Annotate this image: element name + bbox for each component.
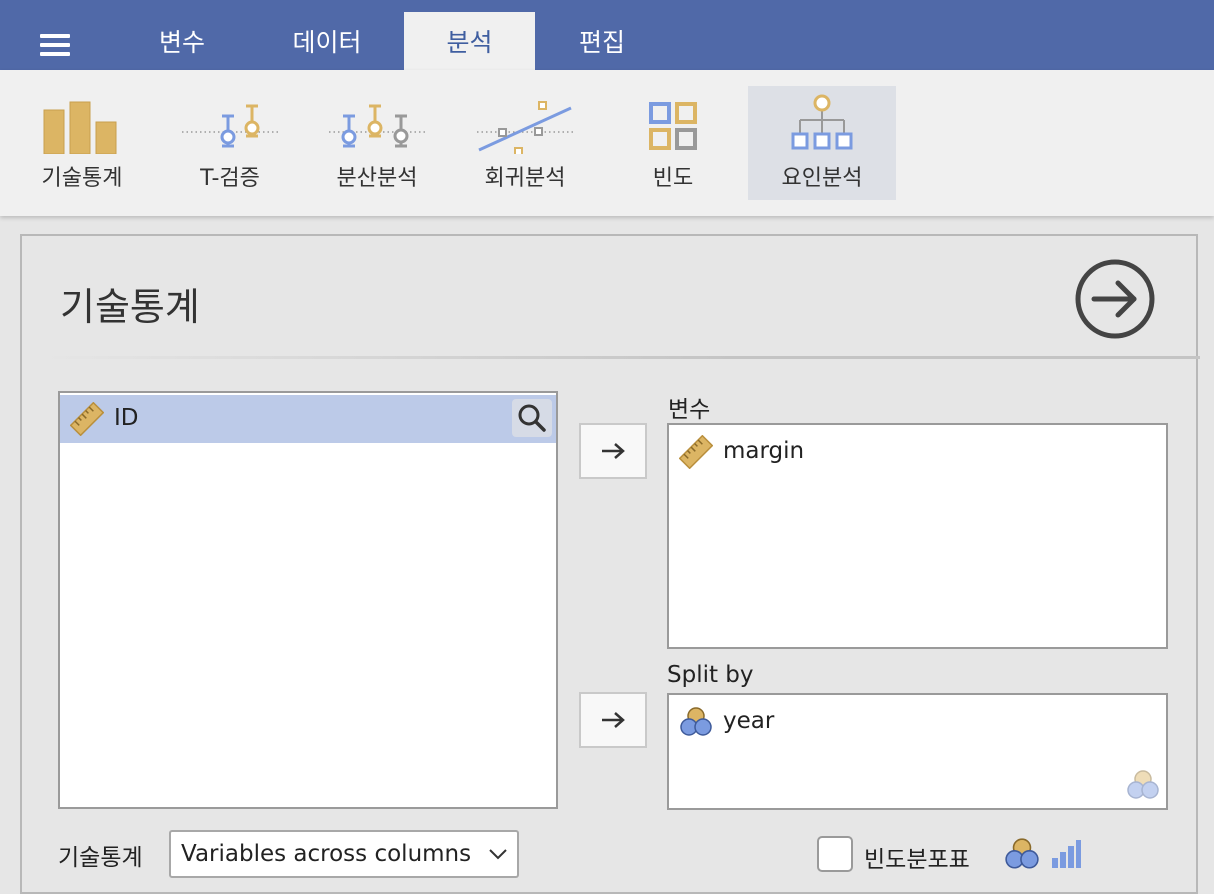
variable-name: ID bbox=[114, 405, 139, 431]
title-divider bbox=[40, 356, 1200, 359]
move-to-split-button[interactable] bbox=[579, 692, 647, 748]
factor-icon bbox=[791, 94, 853, 150]
nominal-variable-icon bbox=[1005, 838, 1039, 869]
ribbon-regression-button[interactable]: 회귀분석 bbox=[451, 86, 599, 200]
variable-name: year bbox=[723, 708, 775, 734]
anova-icon bbox=[329, 104, 425, 148]
arrow-right-icon bbox=[602, 712, 625, 728]
ribbon-label: 요인분석 bbox=[781, 166, 863, 191]
split-by-target-list[interactable]: year bbox=[667, 693, 1168, 810]
panel-title: 기술통계 bbox=[60, 285, 200, 329]
arrow-right-circle-icon[interactable] bbox=[1074, 258, 1156, 340]
split-by-label: Split by bbox=[667, 662, 754, 688]
ribbon-descriptives-button[interactable]: 기술통계 bbox=[8, 86, 156, 200]
regression-icon bbox=[477, 101, 573, 154]
ribbon-factor-button[interactable]: 요인분석 bbox=[748, 86, 896, 200]
list-item[interactable]: year bbox=[679, 703, 1079, 745]
nominal-variable-icon bbox=[680, 707, 712, 736]
move-to-variables-button[interactable] bbox=[579, 423, 647, 479]
search-icon bbox=[518, 404, 546, 432]
tab-analyses[interactable]: 분석 bbox=[404, 12, 535, 70]
variable-name: margin bbox=[723, 438, 805, 464]
descriptives-layout-select[interactable]: Variables across columns bbox=[169, 830, 519, 878]
ribbon-label: T-검증 bbox=[200, 166, 260, 191]
ribbon-label: 분산분석 bbox=[336, 166, 418, 191]
select-value: Variables across columns bbox=[181, 841, 472, 867]
bar-chart-icon bbox=[43, 101, 117, 154]
ordinal-variable-icon bbox=[1052, 840, 1081, 868]
continuous-variable-icon bbox=[70, 402, 104, 436]
list-item[interactable]: ID bbox=[60, 395, 556, 443]
tab-data[interactable]: 데이터 bbox=[272, 12, 382, 70]
hamburger-icon[interactable] bbox=[30, 22, 82, 64]
search-button[interactable] bbox=[512, 399, 552, 437]
ribbon-label: 기술통계 bbox=[41, 166, 123, 191]
nominal-type-hint-icon bbox=[1127, 770, 1159, 799]
descriptives-layout-label: 기술통계 bbox=[58, 845, 143, 871]
analysis-ribbon: 기술통계 T-검증 분산분석 회귀분석 빈도 요인분석 bbox=[0, 70, 1214, 216]
ribbon-t-test-button[interactable]: T-검증 bbox=[156, 86, 304, 200]
variables-target-list[interactable]: margin bbox=[667, 423, 1168, 649]
ribbon-label: 빈도 bbox=[652, 166, 694, 191]
variables-label: 변수 bbox=[668, 397, 711, 423]
tab-edit[interactable]: 편집 bbox=[560, 12, 644, 70]
ribbon-frequencies-button[interactable]: 빈도 bbox=[599, 86, 747, 200]
source-variable-list[interactable]: ID bbox=[58, 391, 558, 809]
frequencies-icon bbox=[649, 102, 697, 150]
chevron-down-icon bbox=[489, 849, 507, 860]
continuous-variable-icon bbox=[679, 435, 713, 469]
list-item[interactable]: margin bbox=[679, 433, 1079, 475]
arrow-right-icon bbox=[602, 443, 625, 459]
tab-variables[interactable]: 변수 bbox=[140, 12, 224, 70]
top-bar: 변수 데이터 분석 편집 bbox=[0, 0, 1214, 70]
descriptives-panel: 기술통계 ID 변수 margin Split by year 기술통계 Var… bbox=[20, 234, 1200, 894]
frequency-tables-checkbox[interactable] bbox=[817, 836, 853, 872]
frequency-tables-label: 빈도분포표 bbox=[864, 847, 970, 873]
ribbon-label: 회귀분석 bbox=[484, 166, 566, 191]
t-test-icon bbox=[182, 104, 278, 148]
ribbon-anova-button[interactable]: 분산분석 bbox=[303, 86, 451, 200]
